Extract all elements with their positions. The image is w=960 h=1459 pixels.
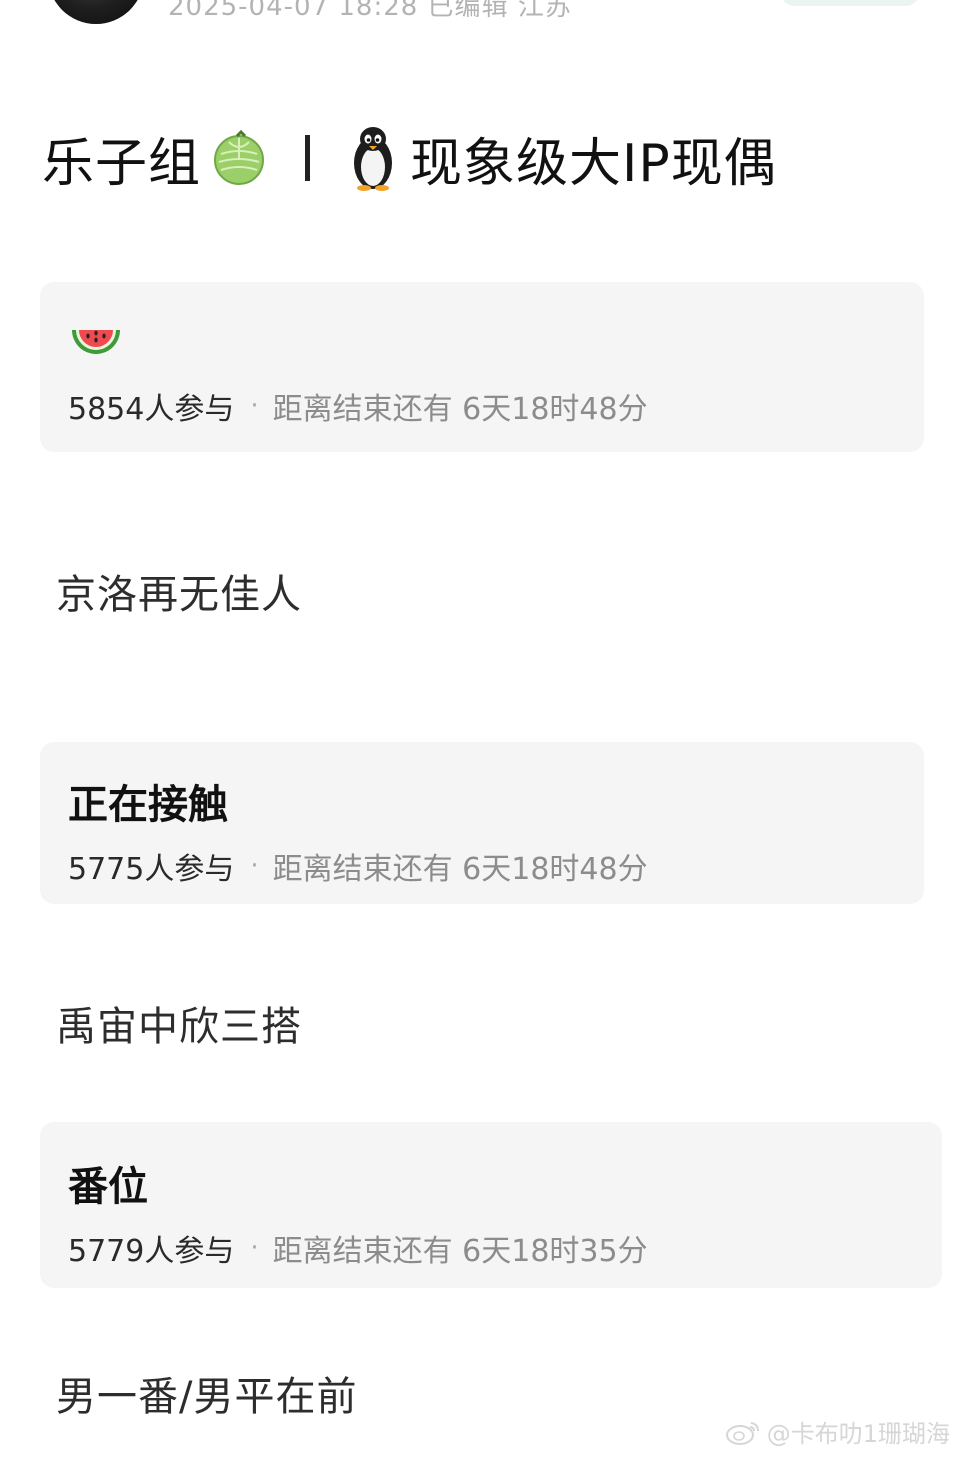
poll-card-1[interactable]: 5854人参与 · 距离结束还有 6天18时48分 (40, 282, 924, 452)
title-divider (305, 135, 311, 181)
weibo-icon (725, 1421, 759, 1445)
watermark-text: @卡布叻1珊瑚海 (766, 1420, 950, 1448)
separator-dot: · (250, 391, 259, 421)
weibo-watermark: @卡布叻1珊瑚海 (725, 1414, 950, 1449)
poll-title: 番位 (68, 1164, 148, 1210)
poll-title: 正在接触 (68, 782, 228, 828)
poll-answer-2: 禹宙中欣三搭 (56, 1004, 302, 1050)
poll-stats: 5779人参与 · 距离结束还有 6天18时35分 (68, 1226, 648, 1270)
poll-answer-1: 京洛再无佳人 (56, 572, 302, 618)
poll-card-2[interactable]: 正在接触 5775人参与 · 距离结束还有 6天18时48分 (40, 742, 924, 904)
post-meta: 2025-04-07 18:28 已编辑 江苏 (168, 0, 572, 22)
post-title: 乐子组 现象级大IP现偶 (42, 118, 777, 198)
separator-dot: · (250, 851, 259, 881)
poll-card-3[interactable]: 番位 5779人参与 · 距离结束还有 6天18时35分 (40, 1122, 942, 1288)
melon-icon (211, 129, 267, 186)
participant-count: 5775人参与 (68, 852, 235, 887)
separator-dot: · (250, 1233, 259, 1263)
post-title-right: 现象级大IP现偶 (410, 133, 777, 194)
penguin-icon (350, 125, 396, 191)
participant-count: 5854人参与 (68, 392, 235, 427)
poll-stats: 5854人参与 · 距离结束还有 6天18时48分 (68, 384, 648, 428)
participant-count: 5779人参与 (68, 1234, 235, 1269)
time-remaining: 距离结束还有 6天18时35分 (272, 1234, 648, 1269)
time-remaining: 距离结束还有 6天18时48分 (272, 852, 648, 887)
post-title-left: 乐子组 (42, 133, 202, 194)
time-remaining: 距离结束还有 6天18时48分 (272, 392, 648, 427)
poll-answer-3: 男一番/男平在前 (56, 1374, 358, 1420)
avatar[interactable] (48, 0, 144, 24)
poll-stats: 5775人参与 · 距离结束还有 6天18时48分 (68, 844, 648, 888)
watermelon-icon (68, 316, 124, 364)
post-detail-page: 2025-04-07 18:28 已编辑 江苏 乐子组 现象级大IP现偶 585… (0, 0, 960, 1459)
post-header: 2025-04-07 18:28 已编辑 江苏 (0, 0, 960, 30)
follow-button[interactable] (780, 0, 920, 6)
